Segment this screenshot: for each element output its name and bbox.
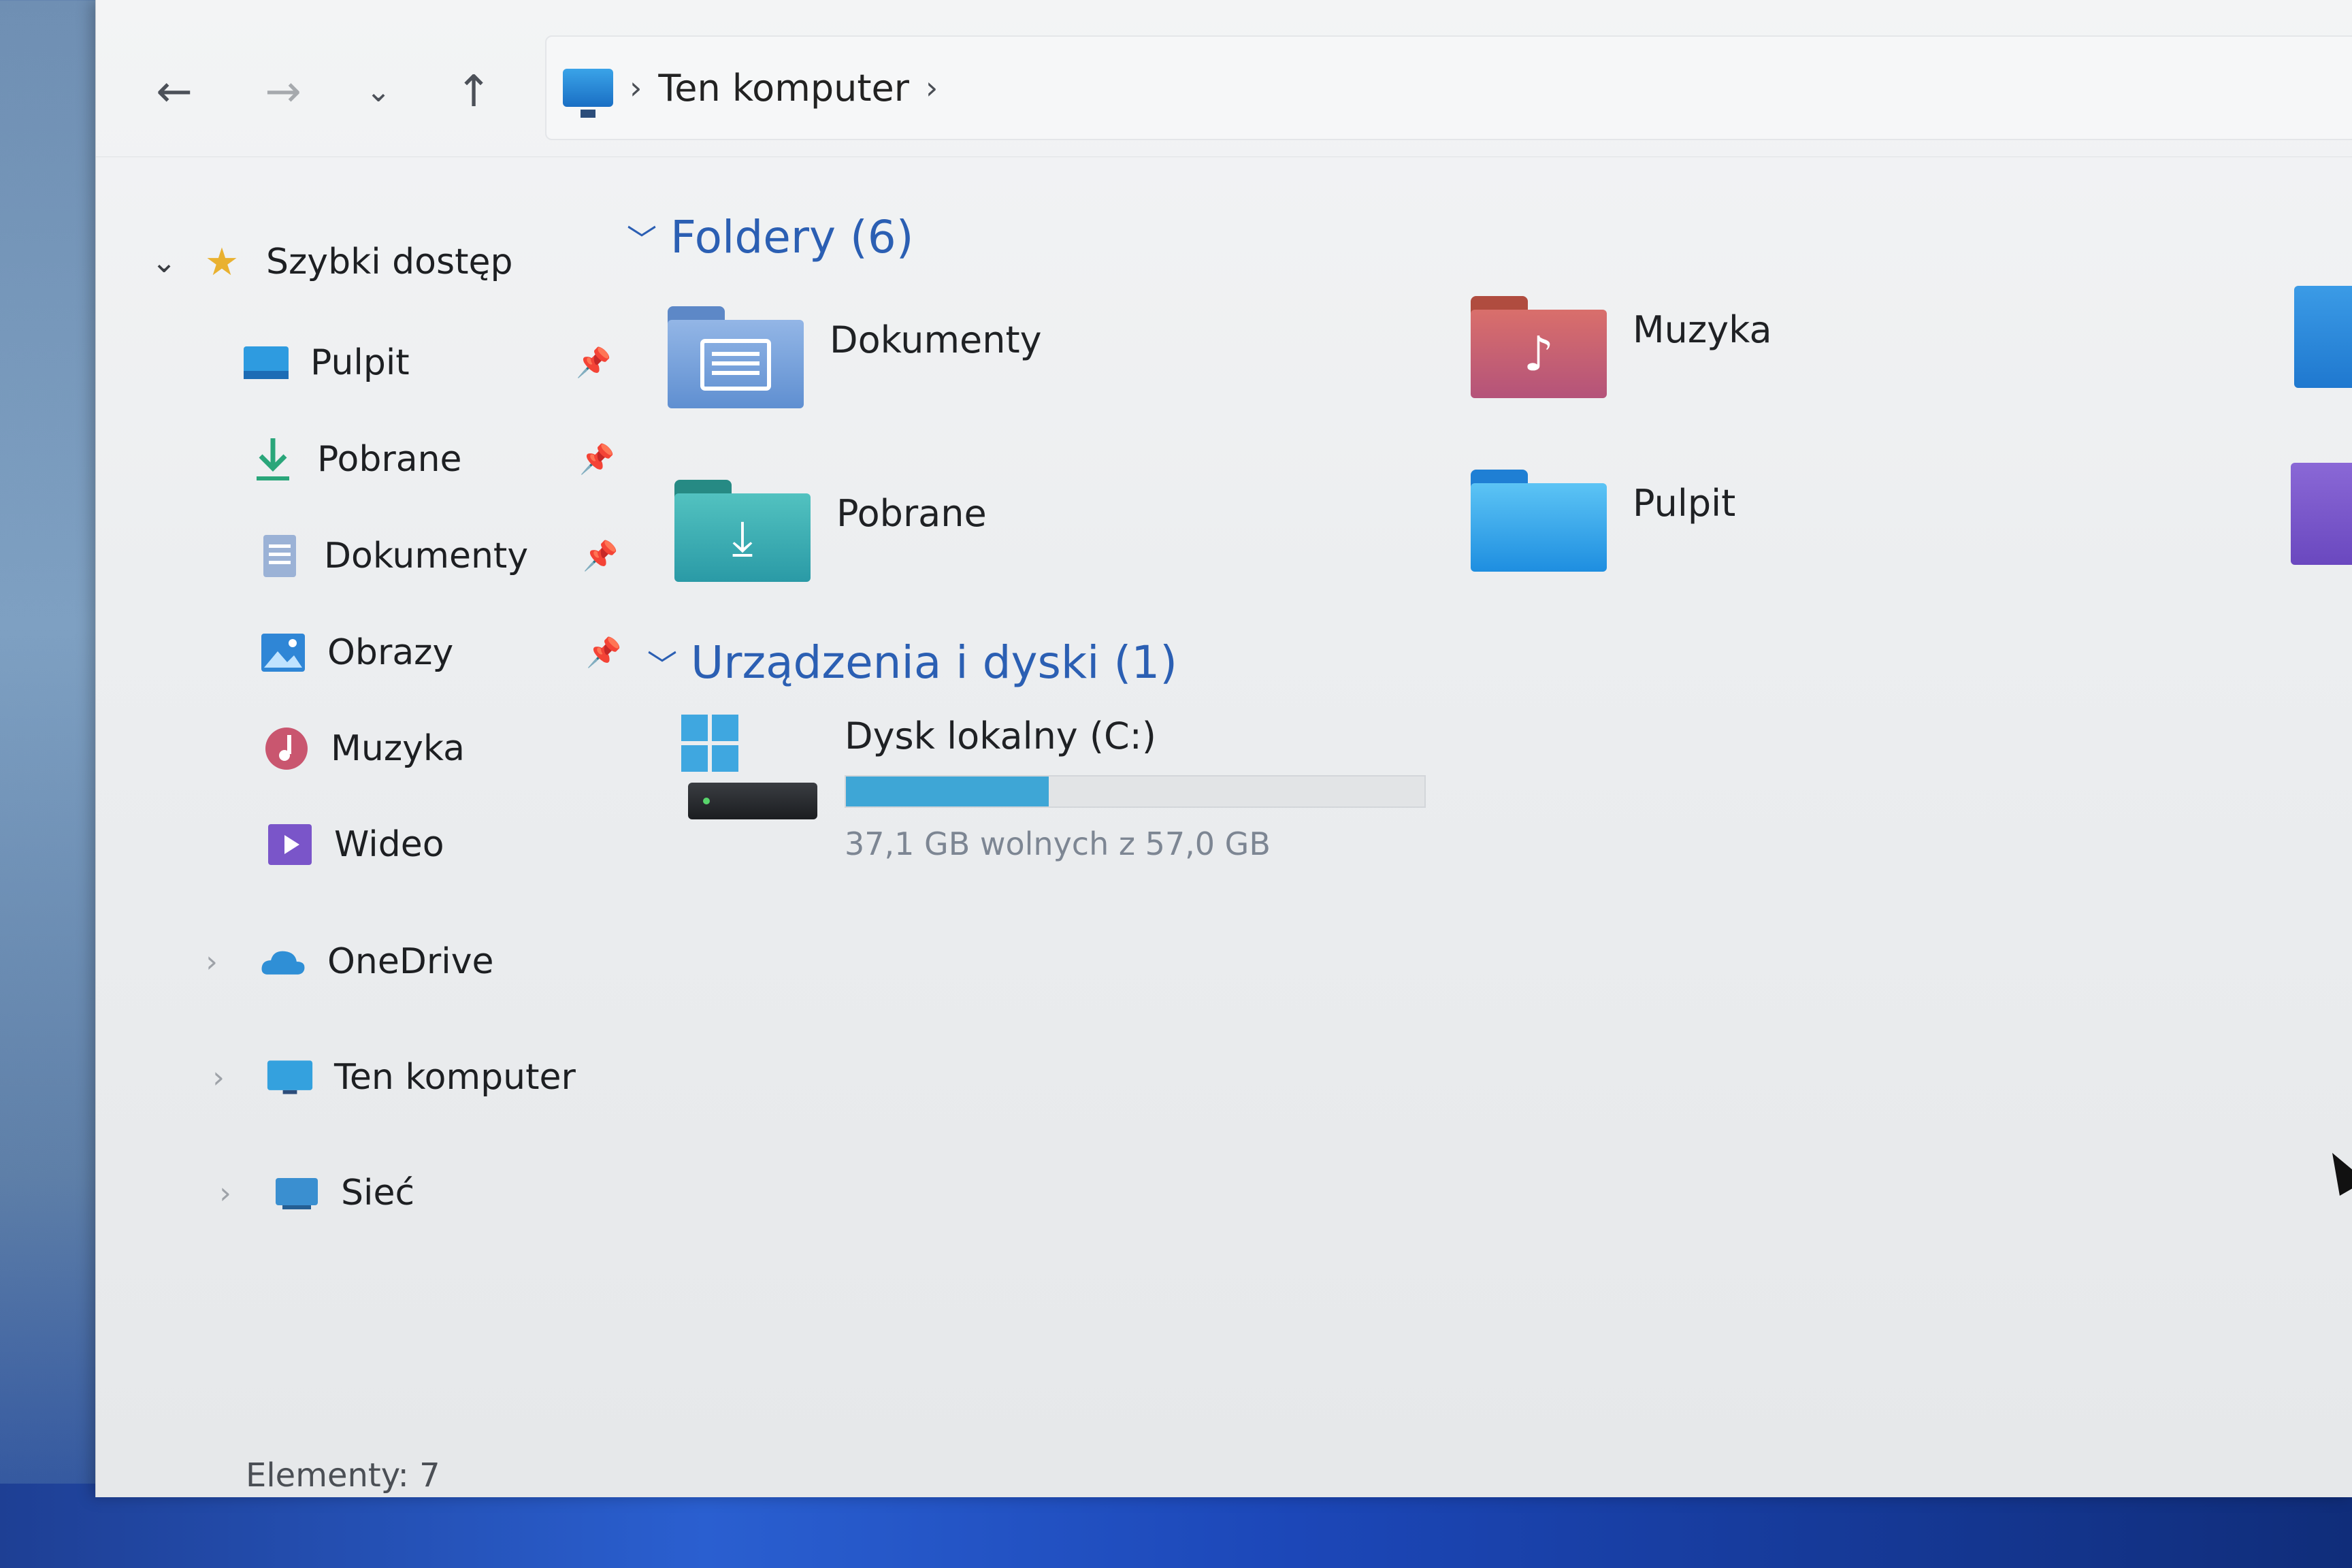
recent-locations-button[interactable]: ⌄ [348, 61, 409, 122]
computer-icon [266, 1054, 314, 1101]
group-header-folders[interactable]: ﹀ Foldery (6) [627, 211, 914, 263]
folder-label: Pulpit [1633, 482, 1736, 525]
folder-label: Muzyka [1633, 308, 1772, 351]
file-explorer-window: ← → ⌄ ↑ › Ten komputer › ⌄ ★ Szybki dost… [95, 0, 2352, 1497]
local-disk-icon [681, 715, 817, 830]
navigation-pane: ⌄ ★ Szybki dostęp Pulpit Pobrane Dokumen… [96, 157, 627, 1416]
folder-pulpit[interactable]: Pulpit [1471, 470, 1735, 572]
sidebar-item-quick-access[interactable]: ⌄ ★ Szybki dostęp [144, 225, 513, 299]
documents-folder-icon [668, 306, 804, 408]
folder-label: Dokumenty [830, 318, 1042, 361]
sidebar-item-wideo[interactable]: Wideo [266, 807, 444, 882]
folder-obrazy-partial[interactable] [2294, 286, 2352, 388]
chevron-right-icon[interactable]: › [191, 945, 232, 979]
navigation-bar: ← → ⌄ ↑ › Ten komputer › [96, 0, 2352, 157]
sidebar-item-pobrane[interactable]: Pobrane [249, 422, 462, 497]
drive-free-space: 37,1 GB wolnych z 57,0 GB [845, 826, 1271, 862]
documents-icon [256, 532, 304, 580]
content-pane: ﹀ Foldery (6) Dokumenty ♪ Muzyka ⤓ Pobra… [627, 157, 2352, 1416]
group-header-devices[interactable]: ﹀ Urządzenia i dyski (1) [647, 636, 1177, 689]
music-icon [263, 725, 310, 772]
sidebar-item-ten-komputer[interactable]: › Ten komputer [198, 1040, 576, 1115]
desktop-folder-icon [1471, 470, 1607, 572]
folder-pobrane[interactable]: ⤓ Pobrane [674, 480, 987, 582]
sidebar-item-label: Wideo [334, 824, 444, 865]
sidebar-item-label: OneDrive [327, 941, 494, 982]
computer-icon [563, 69, 613, 118]
sidebar-item-label: Szybki dostęp [266, 242, 513, 282]
back-button[interactable]: ← [144, 61, 205, 122]
chevron-down-icon[interactable]: ⌄ [144, 245, 184, 280]
address-bar[interactable]: › Ten komputer › [545, 35, 2352, 140]
sidebar-item-label: Pulpit [310, 342, 410, 383]
drive-c[interactable]: Dysk lokalny (C:) 37,1 GB wolnych z 57,0… [681, 715, 1426, 862]
drive-usage-bar [845, 775, 1426, 808]
chevron-down-icon: ⌄ [365, 74, 391, 109]
chevron-down-icon: ﹀ [627, 223, 657, 258]
sidebar-item-siec[interactable]: › Sieć [205, 1156, 414, 1230]
forward-arrow-icon: → [265, 67, 301, 117]
pin-icon[interactable]: 📌 [576, 346, 611, 380]
music-folder-icon: ♪ [1471, 296, 1607, 398]
sidebar-item-label: Ten komputer [334, 1057, 576, 1098]
back-arrow-icon: ← [156, 67, 193, 117]
chevron-down-icon: ﹀ [647, 648, 677, 683]
pin-icon[interactable]: 📌 [586, 636, 621, 670]
download-icon [249, 436, 297, 483]
downloads-folder-icon: ⤓ [674, 480, 811, 582]
network-icon [273, 1169, 321, 1217]
drive-name: Dysk lokalny (C:) [845, 715, 1156, 757]
sidebar-item-label: Dokumenty [324, 536, 529, 576]
onedrive-icon [259, 938, 307, 985]
group-header-label: Foldery (6) [670, 211, 914, 263]
desktop-icon [242, 339, 290, 387]
breadcrumb-separator[interactable]: › [926, 69, 938, 106]
sidebar-item-obrazy[interactable]: Obrazy [259, 615, 453, 690]
forward-button[interactable]: → [252, 61, 314, 122]
up-button[interactable]: ↑ [443, 61, 504, 122]
sidebar-item-label: Sieć [341, 1173, 415, 1213]
chevron-right-icon[interactable]: › [205, 1176, 246, 1211]
folder-muzyka[interactable]: ♪ Muzyka [1471, 296, 1772, 398]
folder-wideo-partial[interactable] [2291, 463, 2352, 565]
status-bar-item-count: Elementy: 7 [246, 1456, 440, 1494]
folder-dokumenty[interactable]: Dokumenty [668, 306, 1042, 408]
star-icon: ★ [204, 240, 240, 284]
breadcrumb-separator[interactable]: › [630, 69, 642, 106]
group-header-label: Urządzenia i dyski (1) [691, 636, 1177, 689]
up-arrow-icon: ↑ [455, 67, 492, 117]
sidebar-item-pulpit[interactable]: Pulpit [242, 325, 410, 400]
chevron-right-icon[interactable]: › [198, 1060, 239, 1095]
pin-icon[interactable]: 📌 [583, 539, 618, 573]
breadcrumb-ten-komputer[interactable]: Ten komputer [658, 67, 909, 110]
sidebar-item-muzyka[interactable]: Muzyka [263, 711, 465, 786]
sidebar-item-label: Obrazy [327, 632, 454, 673]
sidebar-item-label: Pobrane [317, 439, 462, 480]
folder-label: Pobrane [836, 492, 987, 535]
drive-usage-fill [846, 777, 1049, 806]
pin-icon[interactable]: 📌 [579, 442, 615, 476]
sidebar-item-onedrive[interactable]: › OneDrive [191, 924, 494, 999]
video-icon [266, 821, 314, 868]
sidebar-item-dokumenty[interactable]: Dokumenty [256, 519, 528, 593]
pictures-icon [259, 629, 307, 676]
sidebar-item-label: Muzyka [331, 728, 465, 769]
